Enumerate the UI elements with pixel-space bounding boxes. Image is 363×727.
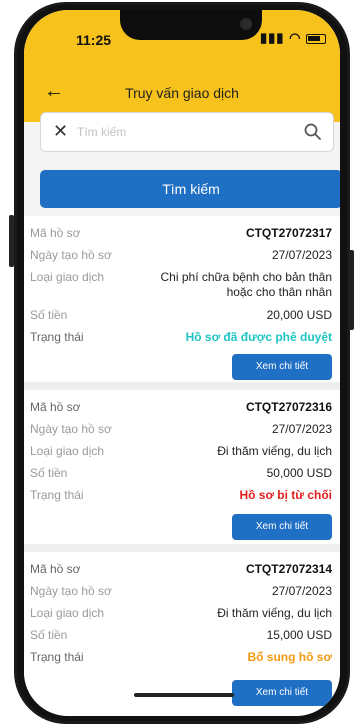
divider [24,382,340,390]
label-amount: Số tiền [30,628,68,642]
label-code: Mã hồ sơ [30,226,81,240]
app-screen: 11:25 ▮▮▮ ◠ ← Truy vấn giao dịch ✕ Tìm k… [24,10,340,716]
status-icons: ▮▮▮ ◠ [260,30,327,46]
row-amount: Số tiền 15,000 USD [24,628,340,648]
label-status: Trạng thái [30,330,84,344]
app-header: 11:25 ▮▮▮ ◠ ← Truy vấn giao dịch [24,10,340,122]
record-type: Đi thăm viếng, du lịch [217,606,332,620]
row-amount: Số tiền 50,000 USD [24,466,340,486]
search-input[interactable]: ✕ Tìm kiếm [40,112,334,152]
label-status: Trạng thái [30,488,84,502]
label-code: Mã hồ sơ [30,562,81,576]
label-amount: Số tiền [30,308,68,322]
record-type: Chi phí chữa bệnh cho bản thân hoặc cho … [161,270,333,300]
label-status: Trạng thái [30,650,84,664]
record-created: 27/07/2023 [271,584,332,598]
power-button [349,250,354,330]
label-created: Ngày tạo hồ sơ [30,248,112,262]
record-created: 27/07/2023 [271,422,332,436]
record-amount: 15,000 USD [266,628,332,642]
record-card: Mã hồ sơ CTQT27072314 Ngày tạo hồ sơ 27/… [24,552,340,716]
row-type: Loại giao dịch Đi thăm viếng, du lịch [24,606,340,626]
label-created: Ngày tạo hồ sơ [30,584,112,598]
row-created: Ngày tạo hồ sơ 27/07/2023 [24,584,340,604]
record-type-line1: Chi phí chữa bệnh cho bản thân [160,270,333,284]
row-code: Mã hồ sơ CTQT27072314 [24,562,340,582]
search-icon[interactable] [303,122,323,142]
label-created: Ngày tạo hồ sơ [30,422,112,436]
record-card: Mã hồ sơ CTQT27072316 Ngày tạo hồ sơ 27/… [24,390,340,544]
record-code: CTQT27072317 [245,226,332,240]
label-code: Mã hồ sơ [30,400,81,414]
row-created: Ngày tạo hồ sơ 27/07/2023 [24,248,340,268]
page-title: Truy vấn giao dịch [125,85,239,101]
record-created: 27/07/2023 [271,248,332,262]
record-type: Đi thăm viếng, du lịch [217,444,332,458]
row-created: Ngày tạo hồ sơ 27/07/2023 [24,422,340,442]
row-type: Loại giao dịch Đi thăm viếng, du lịch [24,444,340,464]
record-card: Mã hồ sơ CTQT27072317 Ngày tạo hồ sơ 27/… [24,216,340,382]
row-type: Loại giao dịch Chi phí chữa bệnh cho bản… [24,270,340,304]
view-detail-button[interactable]: Xem chi tiết [232,514,332,540]
status-time: 11:25 [76,32,112,48]
label-type: Loại giao dịch [30,606,105,620]
view-detail-button[interactable]: Xem chi tiết [232,680,332,706]
row-code: Mã hồ sơ CTQT27072317 [24,226,340,246]
row-status: Trạng thái Bổ sung hồ sơ [24,650,340,670]
close-icon[interactable]: ✕ [53,121,68,142]
label-type: Loại giao dịch [30,444,105,458]
wifi-icon: ◠ [289,30,302,45]
status-badge: Bổ sung hồ sơ [247,650,332,664]
row-amount: Số tiền 20,000 USD [24,308,340,328]
row-code: Mã hồ sơ CTQT27072316 [24,400,340,420]
record-amount: 50,000 USD [266,466,332,480]
row-status: Trạng thái Hồ sơ đã được phê duyệt [24,330,340,350]
signal-icon: ▮▮▮ [260,30,285,45]
volume-button [9,215,14,267]
record-amount: 20,000 USD [266,308,332,322]
battery-icon [306,33,327,44]
camera-icon [240,18,252,30]
label-amount: Số tiền [30,466,68,480]
record-type-line2: hoặc cho thân nhân [226,285,332,299]
search-button[interactable]: Tìm kiếm [40,170,340,208]
label-type: Loại giao dịch [30,270,105,284]
status-badge: Hồ sơ bị từ chối [239,488,332,502]
row-status: Trạng thái Hồ sơ bị từ chối [24,488,340,508]
home-indicator [134,693,234,697]
record-code: CTQT27072314 [245,562,332,576]
view-detail-button[interactable]: Xem chi tiết [232,354,332,380]
record-code: CTQT27072316 [245,400,332,414]
divider [24,544,340,552]
search-placeholder: Tìm kiếm [77,125,127,139]
status-badge: Hồ sơ đã được phê duyệt [185,330,332,344]
